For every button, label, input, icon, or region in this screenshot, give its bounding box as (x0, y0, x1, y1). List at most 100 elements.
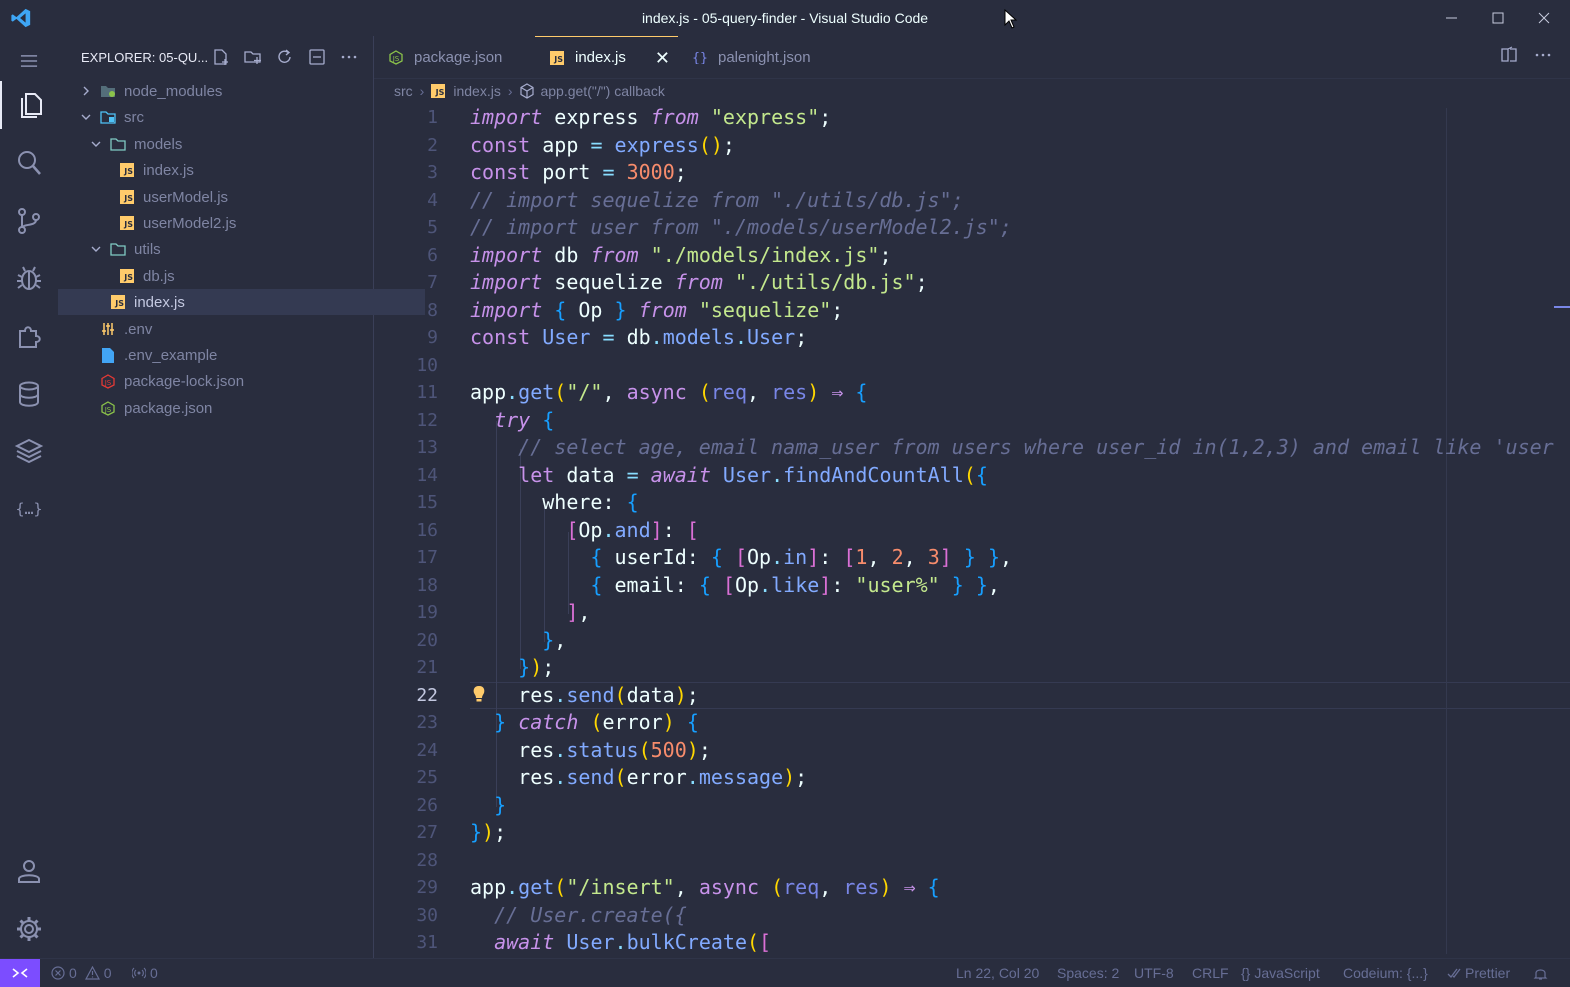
ports-indicator[interactable]: 0 (132, 959, 158, 987)
new-folder-button[interactable] (243, 47, 263, 67)
overview-ruler-marker (1554, 306, 1570, 308)
code-line[interactable]: } catch (error) { (470, 709, 699, 737)
code-line[interactable]: app.get("/insert", async (req, res) ⇒ { (470, 874, 940, 902)
editor-more-button[interactable] (1534, 46, 1552, 69)
line-number: 7 (427, 272, 438, 293)
tree-item-label: package-lock.json (124, 372, 245, 390)
activity-database[interactable] (0, 369, 58, 419)
tree-item-label: src (124, 108, 144, 126)
code-line[interactable]: const app = express(); (470, 132, 735, 160)
activity-manage[interactable] (0, 904, 58, 954)
code-line[interactable]: res.status(500); (470, 737, 711, 765)
breadcrumb-file[interactable]: index.js (453, 83, 500, 99)
tree-item-models[interactable]: models (58, 131, 403, 157)
code-line[interactable]: ], (470, 599, 590, 627)
menu-button[interactable] (0, 36, 58, 86)
problems-indicator[interactable]: 0 0 (51, 959, 112, 987)
new-file-button[interactable] (211, 47, 231, 67)
nodejs-icon: JS (100, 400, 116, 416)
tree-item-env[interactable]: .env (58, 316, 415, 342)
activity-source-control[interactable] (0, 196, 58, 246)
breadcrumb-folder[interactable]: src (394, 83, 413, 99)
tab-index-js[interactable]: JS index.js ✕ (535, 36, 678, 78)
warning-icon (84, 966, 100, 980)
settings-gear-icon (17, 917, 41, 941)
tree-item-src[interactable]: src (58, 104, 393, 130)
code-editor[interactable]: 1 2 3 4 5 6 7 8 9 10 11 12 13 14 15 16 17 18 19 20 21 22 23 24 2… (374, 104, 1570, 958)
cursor-position[interactable]: Ln 22, Col 20 (956, 959, 1039, 987)
explorer-more-button[interactable] (339, 47, 359, 67)
tree-item-label: .env (124, 320, 153, 338)
code-line[interactable]: const User = db.models.User; (470, 324, 807, 352)
minimize-icon (1446, 17, 1457, 19)
code-line[interactable]: }); (470, 819, 506, 847)
code-line[interactable]: // User.create({ (470, 902, 687, 930)
refresh-explorer-button[interactable] (275, 47, 295, 67)
chevron-right-icon: › (507, 83, 513, 99)
notifications-button[interactable] (1533, 959, 1548, 987)
folder-node-icon (100, 83, 116, 99)
js-file-icon: JS (431, 84, 446, 98)
code-line[interactable]: // import user from "./models/userModel2… (470, 214, 1012, 242)
code-line[interactable]: await User.bulkCreate([ (470, 929, 771, 957)
tab-palenight-json[interactable]: {} palenight.json (678, 36, 846, 78)
code-line[interactable]: import { Op } from "sequelize"; (470, 297, 843, 325)
code-line[interactable]: where: { (470, 489, 638, 517)
code-line[interactable]: { userId: { [Op.in]: [1, 2, 3] } }, (470, 544, 1012, 572)
code-line[interactable]: }, (470, 627, 566, 655)
code-line[interactable]: try { (470, 407, 554, 435)
activity-run-debug[interactable] (0, 253, 58, 303)
tree-item-utils[interactable]: utils (58, 236, 403, 262)
refresh-icon (278, 49, 291, 63)
code-line[interactable]: const port = 3000; (470, 159, 687, 187)
code-line[interactable]: res.send(error.message); (470, 764, 807, 792)
prettier-status[interactable]: Prettier (1447, 959, 1510, 987)
codeium-status[interactable]: Codeium: {...} (1343, 959, 1428, 987)
code-line[interactable]: import sequelize from "./utils/db.js"; (470, 269, 928, 297)
tab-package-json[interactable]: JS package.json (374, 36, 535, 78)
tree-item-node-modules[interactable]: node_modules (58, 78, 393, 104)
collapse-folders-button[interactable] (307, 47, 327, 67)
line-number: 25 (416, 767, 438, 788)
tree-item-package-json[interactable]: JS package.json (58, 395, 415, 421)
indentation-setting[interactable]: Spaces: 2 (1057, 959, 1119, 987)
code-line[interactable]: import express from "express"; (470, 104, 831, 132)
eol-setting[interactable]: CRLF (1192, 959, 1229, 987)
code-line[interactable]: } (470, 792, 506, 820)
code-line[interactable]: // select age, email nama_user from user… (470, 434, 1554, 462)
code-line[interactable]: app.get("/", async (req, res) ⇒ { (470, 379, 867, 407)
chevron-down-icon (88, 136, 104, 152)
activity-codeium[interactable]: {…} (0, 484, 58, 534)
tree-item-package-lock-json[interactable]: JS package-lock.json (58, 368, 415, 394)
code-line[interactable]: // import sequelize from "./utils/db.js"… (470, 187, 964, 215)
mouse-pointer-icon (1004, 9, 1018, 29)
code-line[interactable]: }); (470, 654, 554, 682)
tree-item-label: models (134, 135, 183, 153)
minimize-button[interactable] (1429, 0, 1475, 36)
encoding-setting[interactable]: UTF-8 (1134, 959, 1174, 987)
activity-search[interactable] (0, 138, 58, 188)
code-line[interactable]: { email: { [Op.like]: "user%" } }, (470, 572, 1000, 600)
tree-item-src-index-js[interactable]: JS index.js (58, 289, 425, 315)
maximize-button[interactable] (1475, 0, 1521, 36)
line-number: 24 (416, 739, 438, 761)
activity-accounts[interactable] (0, 846, 58, 896)
tree-item-env-example[interactable]: .env_example (58, 342, 415, 368)
remote-indicator-button[interactable] (0, 959, 40, 987)
explorer-header: EXPLORER: 05-QU... (58, 36, 373, 78)
js-file-icon: JS (549, 50, 565, 66)
code-line[interactable]: let data = await User.findAndCountAll({ (470, 462, 988, 490)
activity-layers[interactable] (0, 426, 58, 476)
code-line[interactable]: [Op.and]: [ (470, 517, 699, 545)
remote-icon (12, 968, 28, 978)
close-tab-icon[interactable]: ✕ (655, 49, 670, 67)
more-actions-icon (341, 55, 357, 59)
code-line[interactable]: import db from "./models/index.js"; (470, 242, 891, 270)
close-window-button[interactable] (1521, 0, 1567, 36)
code-line[interactable]: res.send(data); (470, 682, 699, 710)
language-mode[interactable]: {} JavaScript (1241, 959, 1320, 987)
split-editor-button[interactable] (1500, 46, 1518, 69)
activity-extensions[interactable] (0, 311, 58, 361)
breadcrumb-symbol[interactable]: app.get("/") callback (540, 83, 664, 99)
activity-explorer[interactable] (0, 81, 60, 129)
